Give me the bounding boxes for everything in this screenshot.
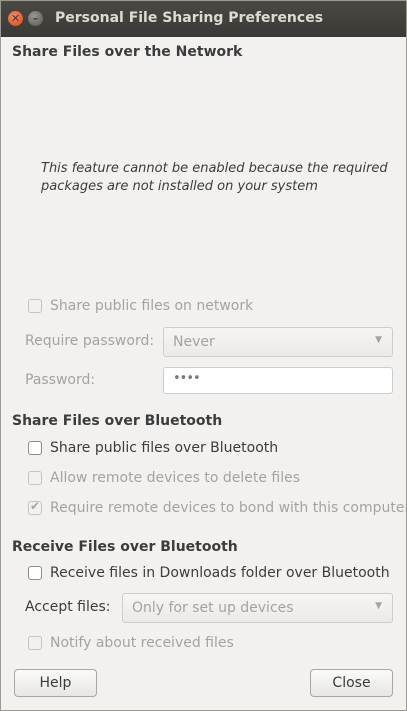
notify-checkbox: Notify about received files [28,634,234,652]
accept-files-label: Accept files: [25,599,111,615]
allow-delete-checkbox: Allow remote devices to delete files [28,469,300,487]
chevron-down-icon: ▼ [375,601,382,611]
checkbox-box: ✔ [28,499,42,515]
password-label: Password: [25,372,96,388]
receive-files-label[interactable]: Receive files in Downloads folder over B… [50,565,390,581]
bluetooth-receive-heading: Receive Files over Bluetooth [12,539,238,555]
checkbox-box[interactable] [28,566,42,580]
password-value: •••• [173,371,201,386]
preferences-content: Share Files over the Network This featur… [1,37,406,710]
minimize-icon[interactable]: – [28,11,43,26]
check-icon: ✔ [30,499,41,513]
network-heading: Share Files over the Network [12,44,243,60]
checkbox-box [28,636,42,650]
require-password-label: Require password: [25,333,155,349]
close-icon[interactable]: ✕ [8,11,23,26]
network-info-message: This feature cannot be enabled because t… [41,161,388,194]
title-bar[interactable]: ✕ – Personal File Sharing Preferences [1,1,406,37]
share-network-label: Share public files on network [50,298,254,314]
password-field: •••• [163,367,393,394]
checkbox-box [28,299,42,313]
receive-files-checkbox[interactable]: Receive files in Downloads folder over B… [28,564,390,582]
share-bluetooth-label[interactable]: Share public files over Bluetooth [50,440,278,456]
preferences-window: ✕ – Personal File Sharing Preferences Sh… [0,0,407,711]
require-password-value: Never [173,334,215,350]
allow-delete-label: Allow remote devices to delete files [50,470,301,486]
bluetooth-share-heading: Share Files over Bluetooth [12,413,223,429]
require-bond-checkbox: ✔ Require remote devices to bond with th… [28,499,407,517]
chevron-down-icon: ▼ [375,335,382,345]
checkbox-box[interactable] [28,441,42,455]
share-bluetooth-checkbox[interactable]: Share public files over Bluetooth [28,439,278,457]
notify-label: Notify about received files [50,635,234,651]
require-bond-label: Require remote devices to bond with this… [50,500,407,516]
share-network-checkbox: Share public files on network [28,297,253,315]
window-title: Personal File Sharing Preferences [55,10,324,26]
help-button[interactable]: Help [14,669,97,697]
accept-files-combo: Only for set up devices ▼ [122,593,393,623]
close-button[interactable]: Close [310,669,393,697]
accept-files-value: Only for set up devices [132,600,294,616]
require-password-combo: Never ▼ [163,327,393,357]
checkbox-box [28,471,42,485]
